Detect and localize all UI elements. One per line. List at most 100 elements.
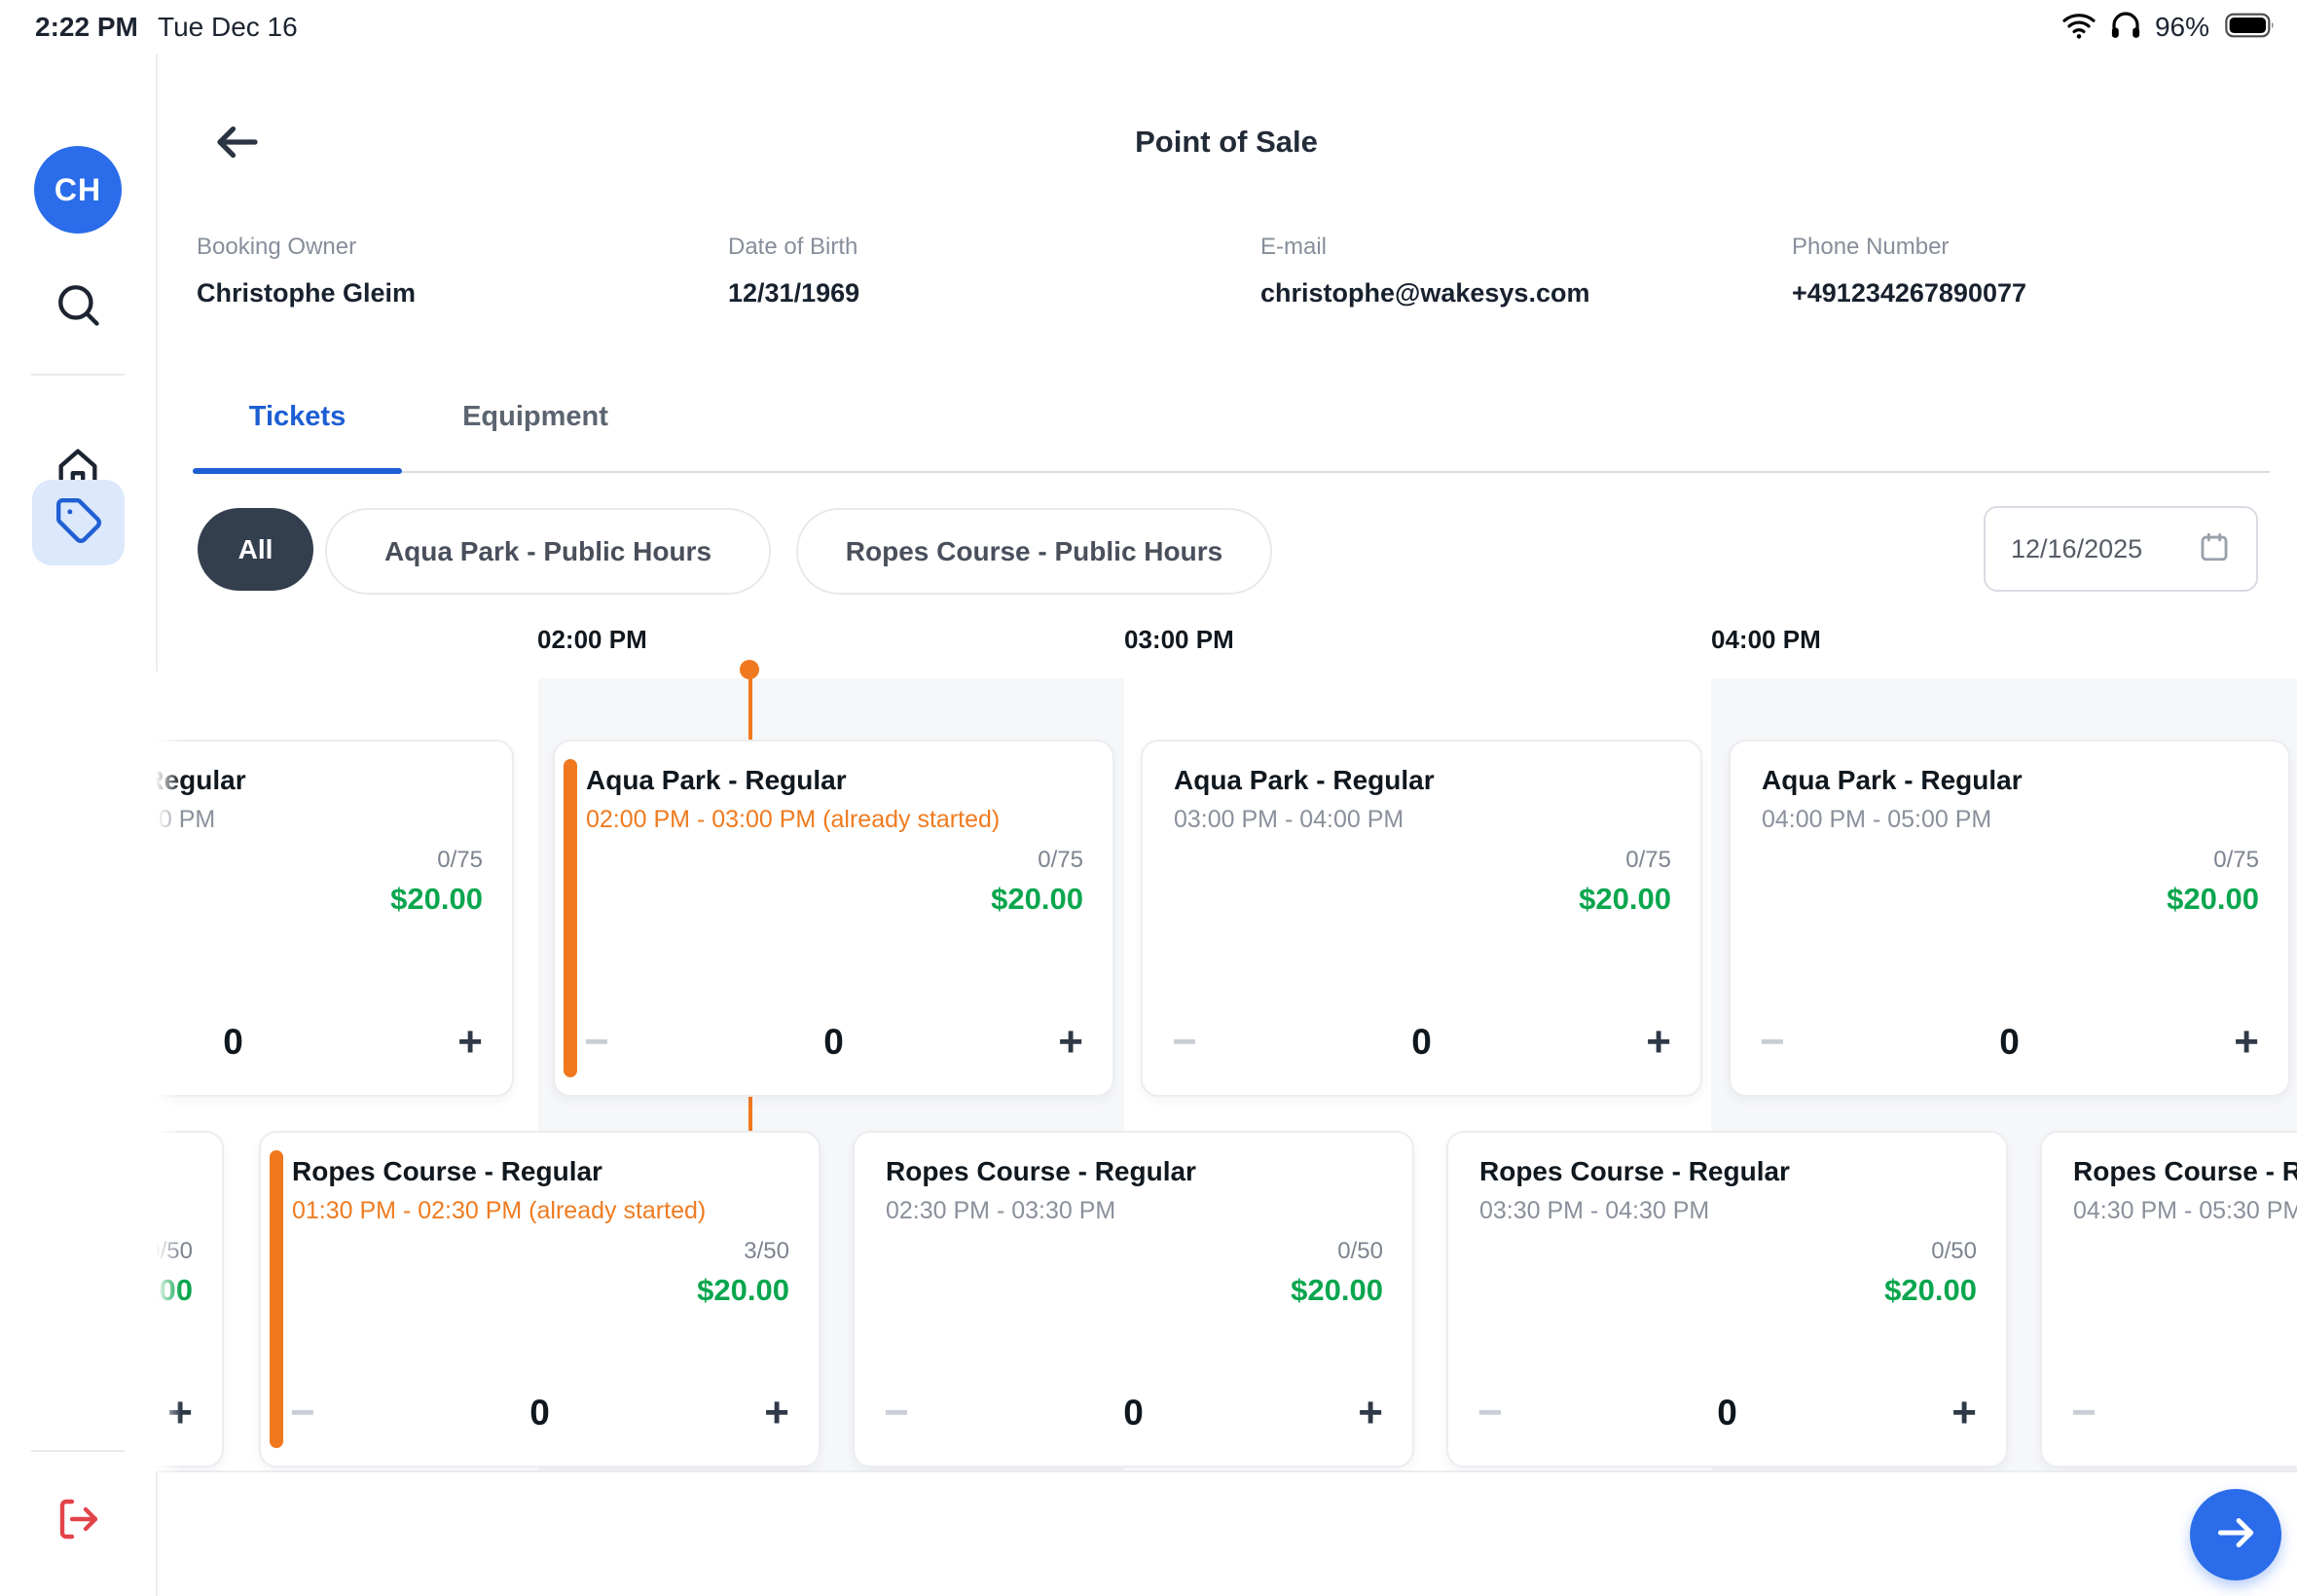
tag-icon bbox=[55, 496, 103, 550]
quantity-stepper: − 0 + bbox=[884, 1386, 1383, 1440]
quantity-value: 0 bbox=[1123, 1393, 1144, 1433]
increment-button[interactable]: + bbox=[2234, 1021, 2259, 1064]
booking-owner-field: Booking Owner Christophe Gleim bbox=[197, 234, 416, 308]
logout-icon bbox=[55, 1496, 101, 1547]
decrement-button[interactable]: − bbox=[2071, 1392, 2096, 1434]
filter-chip-aqua-park[interactable]: Aqua Park - Public Hours bbox=[325, 508, 771, 595]
increment-button[interactable]: + bbox=[1058, 1021, 1083, 1064]
quantity-stepper: − 0 + bbox=[156, 1015, 483, 1070]
quantity-stepper: − 0 + bbox=[584, 1015, 1083, 1070]
ticket-price: $20.00 bbox=[1884, 1273, 1977, 1308]
decrement-button[interactable]: − bbox=[1172, 1021, 1197, 1064]
date-picker[interactable]: 12/16/2025 bbox=[1984, 506, 2258, 592]
email-value: christophe@wakesys.com bbox=[1260, 278, 1589, 308]
logout-button[interactable] bbox=[49, 1492, 107, 1550]
ticket-title: Ropes Course - Regular bbox=[2073, 1156, 2297, 1187]
ticket-capacity: 0/50 bbox=[1337, 1238, 1383, 1265]
search-button[interactable] bbox=[49, 277, 107, 336]
status-bar: 2:22 PM Tue Dec 16 96% bbox=[0, 0, 2297, 54]
ticket-time: 02:30 PM - 03:30 PM bbox=[886, 1197, 1385, 1225]
sidebar-divider bbox=[31, 374, 125, 376]
decrement-button[interactable]: − bbox=[1760, 1021, 1785, 1064]
quantity-value: 0 bbox=[1999, 1022, 2020, 1063]
ticket-time: 02:00 PM - 03:00 PM (already started) bbox=[586, 806, 1085, 834]
status-date: Tue Dec 16 bbox=[158, 12, 298, 43]
quantity-stepper: − 0 + bbox=[2071, 1386, 2297, 1440]
filter-chip-all[interactable]: All bbox=[198, 508, 313, 591]
calendar-icon bbox=[2198, 530, 2231, 568]
phone-field: Phone Number +491234267890077 bbox=[1792, 234, 2026, 308]
hour-label: 02:00 PM bbox=[537, 625, 647, 655]
increment-button[interactable]: + bbox=[1358, 1392, 1383, 1434]
tab-tickets[interactable]: Tickets bbox=[193, 387, 402, 446]
quantity-stepper: − 0 + bbox=[1477, 1386, 1977, 1440]
ticket-time: 03:30 PM - 04:30 PM bbox=[1479, 1197, 1979, 1225]
wifi-icon bbox=[2061, 8, 2096, 48]
battery-icon bbox=[2221, 10, 2279, 46]
clock: 2:22 PM bbox=[35, 12, 138, 43]
quantity-value: 0 bbox=[823, 1022, 844, 1063]
ticket-capacity: 3/50 bbox=[744, 1238, 789, 1265]
quantity-value: 0 bbox=[1717, 1393, 1737, 1433]
dob-value: 12/31/1969 bbox=[728, 278, 859, 308]
ticket-card: Ropes Course - Regular 02:30 PM - 03:30 … bbox=[853, 1131, 1414, 1468]
avatar[interactable]: CH bbox=[34, 146, 122, 234]
booking-owner-value: Christophe Gleim bbox=[197, 278, 416, 308]
quantity-value: 0 bbox=[529, 1393, 550, 1433]
ticket-title: Aqua Park - Regular bbox=[1762, 765, 2261, 796]
ticket-card: Ropes Course - Regular 03:30 PM - 04:30 … bbox=[1446, 1131, 2008, 1468]
status-indicators: 96% bbox=[2061, 8, 2279, 47]
ticket-title: Ropes Course - Regular bbox=[1479, 1156, 1979, 1187]
increment-button[interactable]: + bbox=[1951, 1392, 1977, 1434]
ticket-capacity: 0/75 bbox=[2213, 847, 2259, 874]
ticket-price: $20.00 bbox=[2167, 882, 2259, 917]
ticket-title: Aqua Park - Regular bbox=[1174, 765, 1673, 796]
quantity-stepper: − 0 + bbox=[1172, 1015, 1671, 1070]
ticket-price: $20.00 bbox=[697, 1273, 789, 1308]
quantity-stepper: − 0 + bbox=[1760, 1015, 2259, 1070]
tabs-active-indicator bbox=[193, 468, 402, 474]
sidebar-bottom-divider bbox=[31, 1450, 125, 1452]
increment-button[interactable]: + bbox=[1646, 1021, 1671, 1064]
ticket-time: 01:00 PM - 02:00 PM bbox=[156, 806, 485, 834]
ticket-price: $20.00 bbox=[1579, 882, 1671, 917]
battery-percent: 96% bbox=[2155, 12, 2209, 43]
quantity-stepper: − 0 + bbox=[290, 1386, 789, 1440]
email-label: E-mail bbox=[1260, 234, 1589, 261]
ticket-capacity: 0/75 bbox=[1038, 847, 1083, 874]
footer-divider bbox=[156, 1470, 2297, 1472]
filter-chip-ropes-course[interactable]: Ropes Course - Public Hours bbox=[796, 508, 1272, 595]
quantity-value: 0 bbox=[223, 1022, 243, 1063]
date-value: 12/16/2025 bbox=[2011, 534, 2142, 564]
sidebar-item-tickets[interactable] bbox=[32, 480, 125, 565]
increment-button[interactable]: + bbox=[457, 1021, 483, 1064]
decrement-button[interactable]: − bbox=[290, 1392, 315, 1434]
schedule-board: 02:00 PM 03:00 PM 04:00 PM Aqua Park - R… bbox=[156, 613, 2297, 1471]
ticket-capacity: 0/75 bbox=[437, 847, 483, 874]
tab-equipment[interactable]: Equipment bbox=[443, 387, 628, 446]
started-indicator bbox=[270, 1150, 283, 1448]
dob-label: Date of Birth bbox=[728, 234, 859, 261]
ticket-time: 04:30 PM - 05:30 PM bbox=[2073, 1197, 2297, 1225]
decrement-button[interactable]: − bbox=[584, 1021, 609, 1064]
ticket-price: $20.00 bbox=[390, 882, 483, 917]
tabs-underline-track bbox=[193, 471, 2270, 473]
search-icon bbox=[53, 279, 103, 335]
decrement-button[interactable]: − bbox=[1477, 1392, 1503, 1434]
increment-button[interactable]: + bbox=[764, 1392, 789, 1434]
hour-label: 04:00 PM bbox=[1711, 625, 1821, 655]
email-field: E-mail christophe@wakesys.com bbox=[1260, 234, 1589, 308]
ticket-time: 03:00 PM - 04:00 PM bbox=[1174, 806, 1673, 834]
ticket-time: 04:00 PM - 05:00 PM bbox=[1762, 806, 2261, 834]
hour-label: 03:00 PM bbox=[1124, 625, 1234, 655]
started-indicator bbox=[564, 759, 577, 1077]
decrement-button[interactable]: − bbox=[884, 1392, 909, 1434]
current-time-dot bbox=[740, 660, 759, 679]
ticket-card: Aqua Park - Regular 03:00 PM - 04:00 PM … bbox=[1141, 740, 1702, 1097]
next-button[interactable] bbox=[2190, 1489, 2281, 1580]
ticket-card: Aqua Park - Regular 02:00 PM - 03:00 PM … bbox=[553, 740, 1114, 1097]
ticket-card: Ropes Course - Regular 04:30 PM - 05:30 … bbox=[2040, 1131, 2297, 1468]
ticket-time: 01:30 PM - 02:30 PM (already started) bbox=[292, 1197, 791, 1225]
sidebar: CH bbox=[0, 54, 158, 1596]
ticket-capacity: 0/50 bbox=[1931, 1238, 1977, 1265]
